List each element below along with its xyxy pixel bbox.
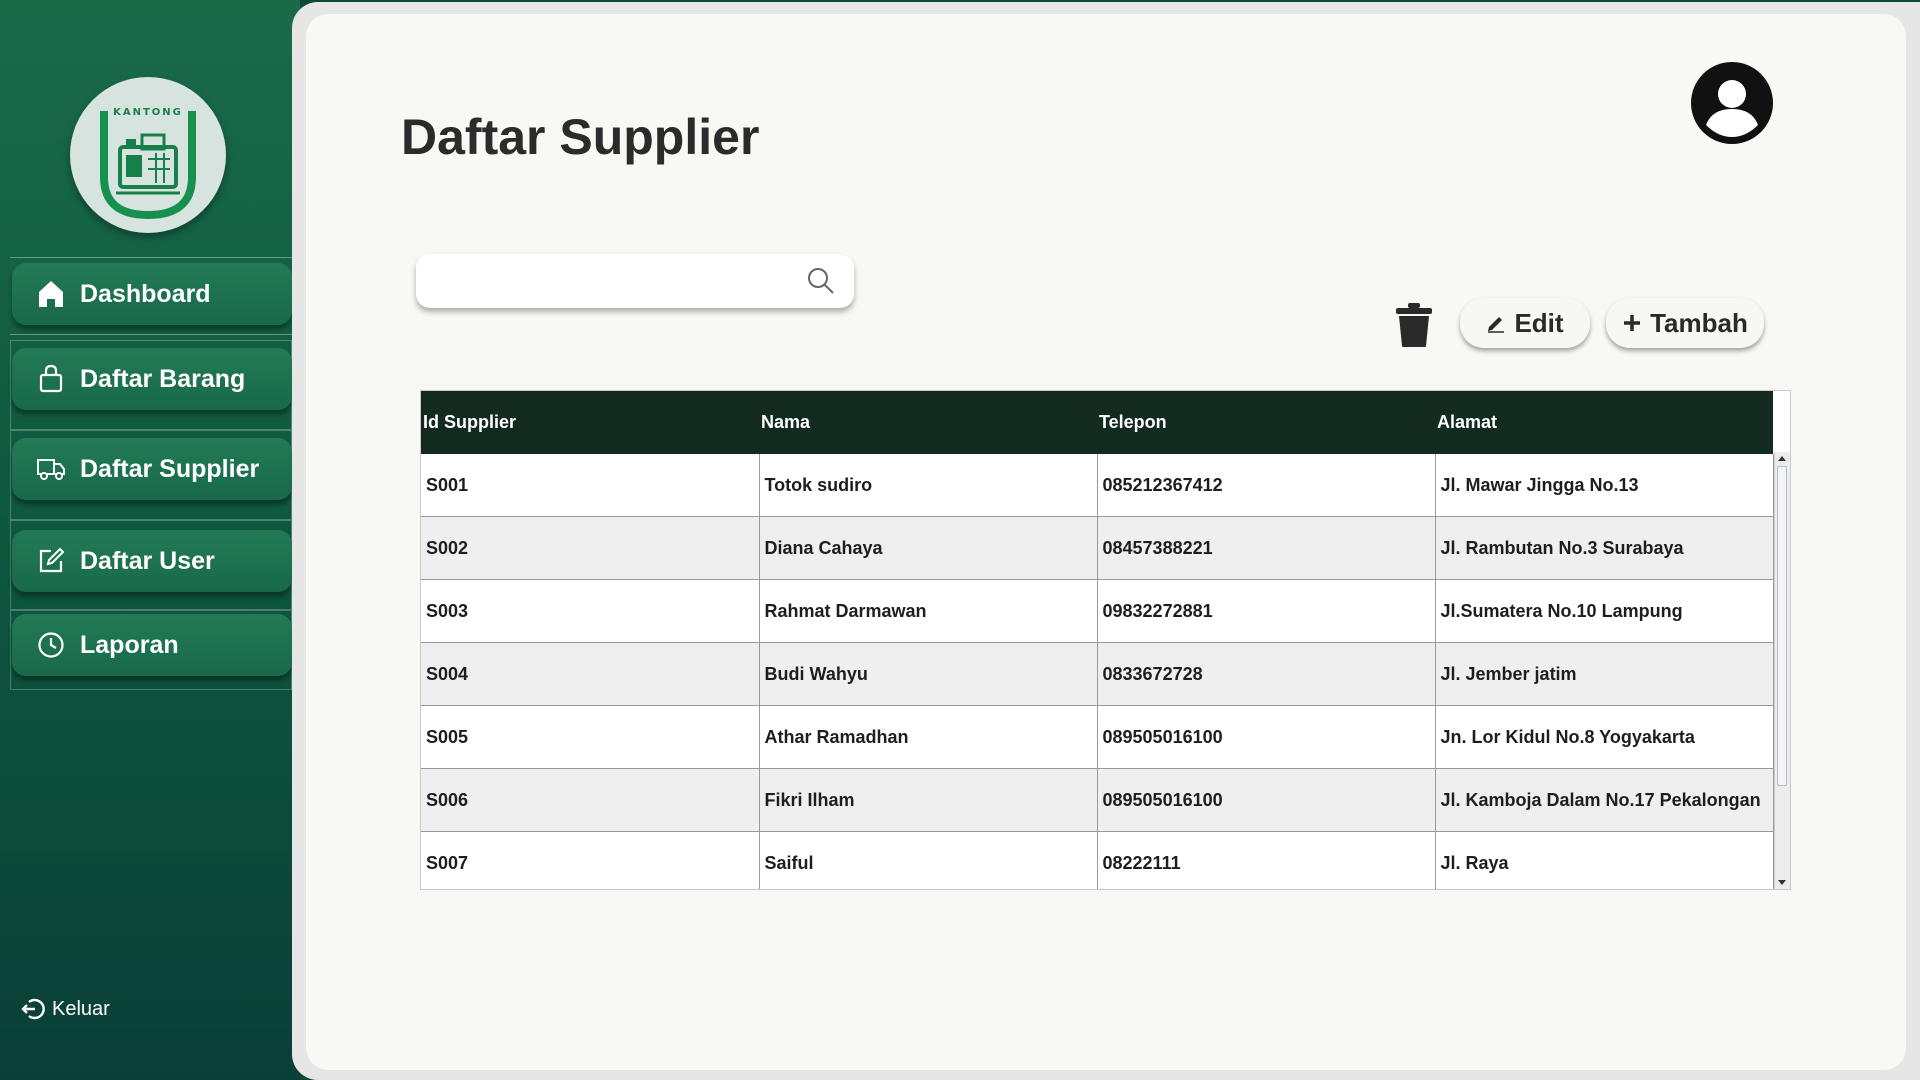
cell-id: S005 bbox=[421, 705, 760, 769]
supplier-table: Id Supplier Nama Telepon Alamat S001 Tot… bbox=[420, 390, 1791, 890]
sidebar-item-laporan[interactable]: Laporan bbox=[12, 614, 292, 676]
cell-nama: Budi Wahyu bbox=[759, 642, 1098, 706]
cell-telepon: 089505016100 bbox=[1097, 768, 1436, 832]
column-header-nama[interactable]: Nama bbox=[759, 391, 1097, 454]
table-row[interactable]: S002 Diana Cahaya 08457388221 Jl. Rambut… bbox=[421, 516, 1774, 580]
column-header-alamat[interactable]: Alamat bbox=[1435, 391, 1773, 454]
table-row[interactable]: S001 Totok sudiro 085212367412 Jl. Mawar… bbox=[421, 454, 1774, 517]
page-title: Daftar Supplier bbox=[401, 109, 760, 165]
user-avatar-icon[interactable] bbox=[1690, 61, 1774, 145]
table-row[interactable]: S007 Saiful 08222111 Jl. Raya bbox=[421, 831, 1774, 889]
cell-telepon: 085212367412 bbox=[1097, 454, 1436, 517]
table-scrollbar[interactable] bbox=[1774, 452, 1790, 889]
cell-telepon: 089505016100 bbox=[1097, 705, 1436, 769]
cell-id: S006 bbox=[421, 768, 760, 832]
table-row[interactable]: S005 Athar Ramadhan 089505016100 Jn. Lor… bbox=[421, 705, 1774, 769]
sidebar-item-daftar-supplier[interactable]: Daftar Supplier bbox=[12, 438, 292, 500]
home-icon bbox=[36, 279, 66, 309]
cell-nama: Athar Ramadhan bbox=[759, 705, 1098, 769]
table-header-row: Id Supplier Nama Telepon Alamat bbox=[421, 391, 1773, 454]
cell-id: S007 bbox=[421, 831, 760, 889]
add-button[interactable]: Tambah bbox=[1606, 298, 1764, 348]
edit-square-icon bbox=[36, 546, 66, 576]
search-input[interactable] bbox=[432, 262, 796, 302]
cell-nama: Saiful bbox=[759, 831, 1098, 889]
add-label: Tambah bbox=[1650, 307, 1748, 338]
sidebar-item-label: Dashboard bbox=[80, 279, 211, 308]
edit-label: Edit bbox=[1514, 307, 1564, 338]
cell-telepon: 09832272881 bbox=[1097, 579, 1436, 643]
plus-icon bbox=[1622, 313, 1642, 333]
sidebar: KANTONG Dashboard Daftar Barang Daftar S… bbox=[0, 0, 300, 1080]
logout-button[interactable]: Keluar bbox=[20, 996, 110, 1022]
sidebar-item-daftar-barang[interactable]: Daftar Barang bbox=[12, 348, 292, 410]
cell-alamat: Jl. Mawar Jingga No.13 bbox=[1435, 454, 1774, 517]
cell-alamat: Jl. Raya bbox=[1435, 831, 1774, 889]
cell-id: S003 bbox=[421, 579, 760, 643]
trash-icon[interactable] bbox=[1394, 302, 1434, 348]
sidebar-item-label: Daftar Barang bbox=[80, 364, 246, 393]
cell-telepon: 08222111 bbox=[1097, 831, 1436, 889]
nav-divider bbox=[10, 334, 292, 335]
column-header-telepon[interactable]: Telepon bbox=[1097, 391, 1435, 454]
clock-icon bbox=[36, 630, 66, 660]
sidebar-item-label: Daftar User bbox=[80, 546, 215, 575]
nav-divider bbox=[10, 257, 292, 258]
sidebar-item-label: Daftar Supplier bbox=[80, 454, 260, 483]
table-row[interactable]: S004 Budi Wahyu 0833672728 Jl. Jember ja… bbox=[421, 642, 1774, 706]
cell-nama: Fikri Ilham bbox=[759, 768, 1098, 832]
cell-telepon: 08457388221 bbox=[1097, 516, 1436, 580]
cash-register-logo-icon bbox=[100, 111, 196, 220]
logout-icon bbox=[20, 996, 46, 1022]
scroll-down-arrow-icon[interactable] bbox=[1778, 880, 1786, 885]
pencil-icon bbox=[1486, 313, 1506, 333]
scroll-thumb[interactable] bbox=[1777, 466, 1787, 786]
column-header-id[interactable]: Id Supplier bbox=[421, 391, 759, 454]
cell-alamat: Jl.Sumatera No.10 Lampung bbox=[1435, 579, 1774, 643]
scroll-up-arrow-icon[interactable] bbox=[1778, 456, 1786, 461]
cell-nama: Diana Cahaya bbox=[759, 516, 1098, 580]
cell-telepon: 0833672728 bbox=[1097, 642, 1436, 706]
edit-button[interactable]: Edit bbox=[1460, 298, 1590, 348]
sidebar-item-daftar-user[interactable]: Daftar User bbox=[12, 530, 292, 592]
cell-nama: Rahmat Darmawan bbox=[759, 579, 1098, 643]
truck-icon bbox=[36, 454, 66, 484]
cell-alamat: Jl. Rambutan No.3 Surabaya bbox=[1435, 516, 1774, 580]
cell-id: S002 bbox=[421, 516, 760, 580]
sidebar-item-label: Laporan bbox=[80, 630, 179, 659]
search-box bbox=[416, 254, 854, 308]
cell-id: S004 bbox=[421, 642, 760, 706]
cell-alamat: Jl. Jember jatim bbox=[1435, 642, 1774, 706]
logout-label: Keluar bbox=[52, 997, 110, 1020]
cell-nama: Totok sudiro bbox=[759, 454, 1098, 517]
cell-alamat: Jl. Kamboja Dalam No.17 Pekalongan bbox=[1435, 768, 1774, 832]
cell-id: S001 bbox=[421, 454, 760, 517]
table-row[interactable]: S006 Fikri Ilham 089505016100 Jl. Kamboj… bbox=[421, 768, 1774, 832]
table-row[interactable]: S003 Rahmat Darmawan 09832272881 Jl.Suma… bbox=[421, 579, 1774, 643]
app-logo: KANTONG bbox=[70, 77, 226, 233]
search-icon[interactable] bbox=[806, 266, 836, 296]
shopping-bag-icon bbox=[36, 364, 66, 394]
sidebar-item-dashboard[interactable]: Dashboard bbox=[12, 263, 292, 325]
cell-alamat: Jn. Lor Kidul No.8 Yogyakarta bbox=[1435, 705, 1774, 769]
